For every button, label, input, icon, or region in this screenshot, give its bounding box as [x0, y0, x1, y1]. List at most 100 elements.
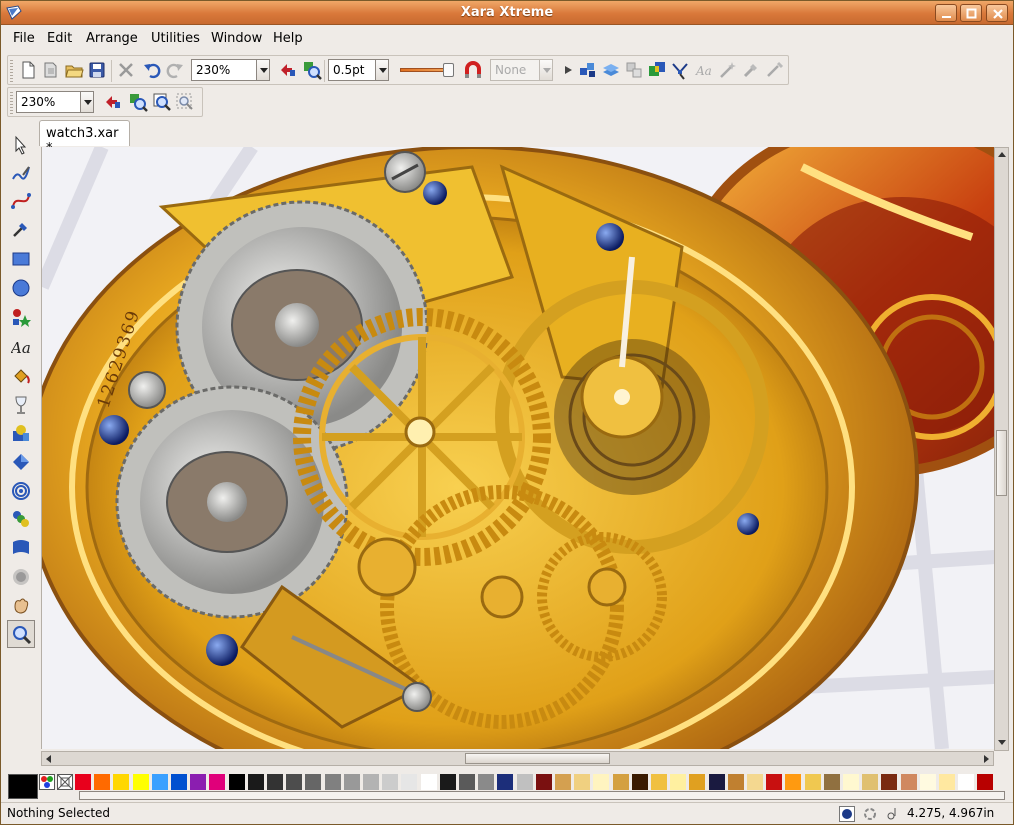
- freehand-tool[interactable]: [7, 159, 35, 187]
- zoom-previous-icon[interactable]: [278, 60, 298, 80]
- contour-tool[interactable]: [7, 477, 35, 505]
- colour-swatch[interactable]: [382, 774, 399, 790]
- colour-swatch[interactable]: [670, 774, 687, 790]
- ungroup-icon[interactable]: [601, 60, 621, 80]
- colour-picker-icon[interactable]: [39, 774, 55, 790]
- push-tool[interactable]: [7, 591, 35, 619]
- node-edit-icon[interactable]: [670, 60, 690, 80]
- delete-icon[interactable]: [116, 60, 136, 80]
- zoom-to-page-icon[interactable]: [152, 92, 172, 112]
- colour-swatch[interactable]: [574, 774, 591, 790]
- group-icon[interactable]: [578, 60, 598, 80]
- menu-window[interactable]: Window: [211, 31, 262, 46]
- shape-editor-tool[interactable]: [7, 215, 35, 243]
- colour-swatch[interactable]: [171, 774, 187, 790]
- infobar-zoom-combo[interactable]: 230%: [16, 91, 81, 113]
- colour-swatch[interactable]: [939, 774, 955, 790]
- colour-swatch[interactable]: [747, 774, 763, 790]
- toolbar-grip[interactable]: [10, 60, 13, 82]
- colour-swatch[interactable]: [459, 774, 475, 790]
- colour-swatch[interactable]: [132, 774, 149, 790]
- snap-indicator-icon[interactable]: [839, 806, 855, 822]
- colour-swatch[interactable]: [286, 774, 303, 790]
- arrow-right-icon[interactable]: [560, 60, 580, 80]
- transparency-tool[interactable]: [7, 391, 35, 419]
- colour-swatch[interactable]: [439, 774, 456, 790]
- colour-swatch[interactable]: [689, 774, 706, 790]
- colour-swatch[interactable]: [420, 774, 437, 790]
- blend-tool[interactable]: [7, 505, 35, 533]
- magic-wand-icon[interactable]: [718, 60, 738, 80]
- infobar-zoom-dropdown-button[interactable]: [80, 91, 94, 113]
- zoom-back-icon[interactable]: [103, 92, 123, 112]
- menu-help[interactable]: Help: [273, 31, 303, 46]
- colour-swatch[interactable]: [593, 774, 610, 790]
- colour-swatch[interactable]: [516, 774, 533, 790]
- colour-swatch[interactable]: [267, 774, 283, 790]
- menu-edit[interactable]: Edit: [47, 31, 72, 46]
- colour-swatch[interactable]: [708, 774, 725, 790]
- no-colour-icon[interactable]: [57, 774, 73, 790]
- bevel-tool[interactable]: [7, 448, 35, 476]
- scroll-up-arrow-icon[interactable]: [998, 152, 1006, 157]
- colour-swatch[interactable]: [766, 774, 783, 790]
- line-width-slider-thumb[interactable]: [443, 63, 454, 77]
- colour-swatch[interactable]: [228, 774, 245, 790]
- brush-tool-icon[interactable]: [741, 60, 761, 80]
- colour-swatch[interactable]: [113, 774, 130, 790]
- open-template-icon[interactable]: [41, 60, 61, 80]
- selector-tool[interactable]: [7, 131, 35, 159]
- vertical-scroll-thumb[interactable]: [996, 430, 1007, 496]
- colour-swatch[interactable]: [247, 774, 264, 790]
- menu-arrange[interactable]: Arrange: [86, 31, 138, 46]
- bezier-tool[interactable]: [7, 187, 35, 215]
- combine-shapes-icon[interactable]: [647, 60, 667, 80]
- infobar-grip[interactable]: [10, 92, 13, 114]
- menu-utilities[interactable]: Utilities: [151, 31, 200, 46]
- new-document-icon[interactable]: [18, 60, 38, 80]
- fill-tool[interactable]: [7, 362, 35, 390]
- undo-icon[interactable]: [142, 60, 162, 80]
- colour-swatch[interactable]: [958, 774, 975, 790]
- colour-swatch[interactable]: [535, 774, 552, 790]
- colour-swatch[interactable]: [324, 774, 341, 790]
- colour-swatch[interactable]: [804, 774, 821, 790]
- colour-line-scrollbar[interactable]: [79, 791, 1005, 800]
- colour-swatch[interactable]: [151, 774, 168, 790]
- colour-swatch[interactable]: [478, 774, 495, 790]
- zoom-dropdown-button[interactable]: [256, 59, 270, 81]
- colour-swatch[interactable]: [497, 774, 514, 790]
- maximize-button[interactable]: [960, 4, 982, 22]
- pressure-pen-icon[interactable]: [764, 60, 784, 80]
- rectangle-tool[interactable]: [7, 245, 35, 273]
- feather-tool[interactable]: [7, 563, 35, 591]
- colour-swatch[interactable]: [631, 774, 648, 790]
- zoom-to-drawing-icon[interactable]: [302, 60, 322, 80]
- text-style-icon[interactable]: Aa: [694, 60, 714, 80]
- envelope-tool[interactable]: [7, 534, 35, 562]
- colour-swatch[interactable]: [343, 774, 360, 790]
- line-width-dropdown-button[interactable]: [375, 59, 389, 81]
- current-colour-swatch[interactable]: [8, 774, 38, 799]
- redo-icon[interactable]: [165, 60, 185, 80]
- drawing-canvas[interactable]: 12629369: [41, 147, 994, 749]
- snap-magnet-icon[interactable]: [463, 60, 483, 80]
- colour-swatch[interactable]: [862, 774, 879, 790]
- arrowhead-dropdown-button[interactable]: [539, 59, 553, 81]
- colour-swatch[interactable]: [305, 774, 322, 790]
- colour-swatch[interactable]: [843, 774, 859, 790]
- scroll-right-arrow-icon[interactable]: [984, 755, 989, 763]
- horizontal-scroll-thumb[interactable]: [465, 753, 610, 764]
- colour-swatch[interactable]: [555, 774, 571, 790]
- colour-swatch[interactable]: [363, 774, 379, 790]
- colour-swatch[interactable]: [785, 774, 802, 790]
- close-button[interactable]: [986, 4, 1008, 22]
- mould-tool[interactable]: [7, 419, 35, 447]
- colour-swatch[interactable]: [881, 774, 898, 790]
- zoom-combo[interactable]: 230%: [191, 59, 257, 81]
- colour-swatch[interactable]: [727, 774, 744, 790]
- colour-swatch[interactable]: [823, 774, 840, 790]
- bring-to-front-icon[interactable]: [624, 60, 644, 80]
- zoom-to-selection-icon[interactable]: [128, 92, 148, 112]
- arrowhead-combo[interactable]: None: [490, 59, 540, 81]
